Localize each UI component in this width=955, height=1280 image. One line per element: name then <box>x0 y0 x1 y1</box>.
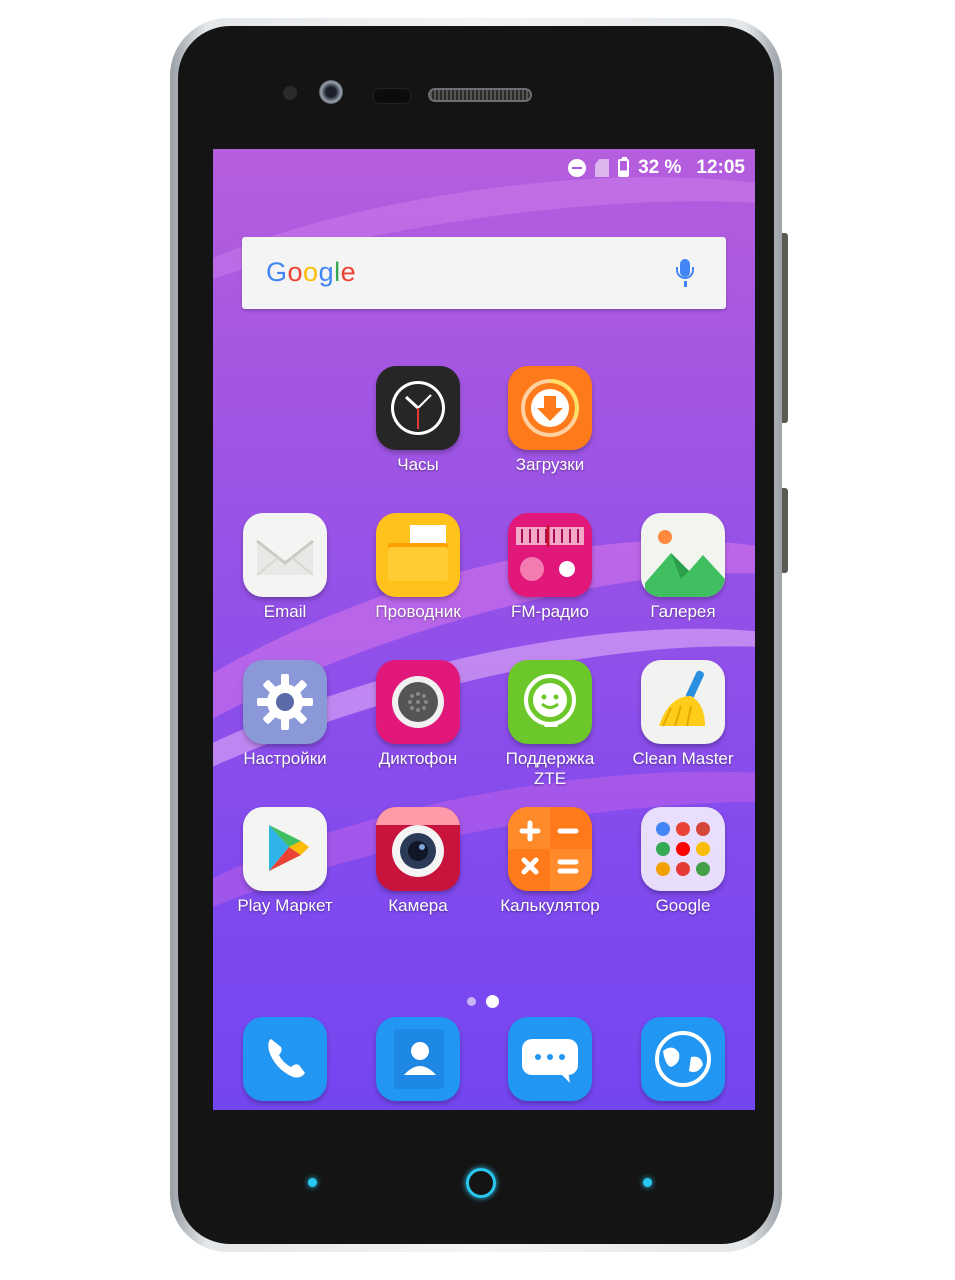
google-search-bar[interactable]: Google <box>242 237 726 309</box>
play-store-icon <box>243 807 327 891</box>
clock-icon <box>376 366 460 450</box>
no-sim-icon <box>595 159 610 177</box>
page-dot-active[interactable] <box>486 995 499 1008</box>
page-indicator <box>467 995 499 1008</box>
phone-frame: 32 % 12:05 Google Часы Загрузки Email Пр… <box>170 18 788 1252</box>
app-calculator[interactable]: Калькулятор <box>490 807 610 916</box>
page-dot[interactable] <box>467 997 476 1006</box>
app-email[interactable]: Email <box>225 513 345 622</box>
google-logo: Google <box>266 257 357 287</box>
app-label: Play Маркет <box>237 896 333 915</box>
radio-icon <box>508 513 592 597</box>
app-label: Загрузки <box>515 455 585 474</box>
browser-icon <box>641 1017 725 1101</box>
home-screen: 32 % 12:05 Google Часы Загрузки Email Пр… <box>213 149 755 1110</box>
download-icon <box>508 366 592 450</box>
calculator-icon <box>508 807 592 891</box>
app-file-manager[interactable]: Проводник <box>358 513 478 622</box>
app-label: Камера <box>388 896 448 915</box>
microphone-stand <box>676 267 694 279</box>
proximity-sensor <box>283 86 297 100</box>
google-folder-icon <box>641 807 725 891</box>
camera-icon <box>376 807 460 891</box>
dock-contacts[interactable] <box>358 1017 478 1101</box>
app-google-folder[interactable]: Google <box>623 807 743 916</box>
clock-time: 12:05 <box>696 157 745 178</box>
app-label: Настройки <box>243 749 327 768</box>
app-play-market[interactable]: Play Маркет <box>225 807 345 916</box>
volume-button[interactable] <box>782 233 788 423</box>
app-label: Диктофон <box>378 749 458 768</box>
support-icon <box>508 660 592 744</box>
app-settings[interactable]: Настройки <box>225 660 345 769</box>
do-not-disturb-icon <box>568 159 587 177</box>
power-button[interactable] <box>782 488 788 573</box>
app-camera[interactable]: Камера <box>358 807 478 916</box>
app-label: Галерея <box>650 602 716 621</box>
app-label: Поддержка ZTE <box>505 749 595 788</box>
app-label: Clean Master <box>632 749 734 768</box>
app-clean-master[interactable]: Clean Master <box>623 660 743 769</box>
app-label: Проводник <box>375 602 461 621</box>
app-downloads[interactable]: Загрузки <box>490 366 610 475</box>
light-sensor <box>373 88 411 104</box>
home-button[interactable] <box>466 1168 496 1198</box>
email-icon <box>243 513 327 597</box>
broom-icon <box>641 660 725 744</box>
app-zte-support[interactable]: Поддержка ZTE <box>490 660 610 789</box>
recorder-icon <box>376 660 460 744</box>
gear-icon <box>243 660 327 744</box>
wallpaper-wave <box>213 149 755 472</box>
messages-icon <box>508 1017 592 1101</box>
contacts-icon <box>376 1017 460 1101</box>
back-button[interactable] <box>308 1178 317 1187</box>
dock-browser[interactable] <box>623 1017 743 1101</box>
app-label: Email <box>263 602 307 621</box>
gallery-icon <box>641 513 725 597</box>
app-label: Калькулятор <box>500 896 600 915</box>
folder-icon <box>376 513 460 597</box>
phone-bezel: 32 % 12:05 Google Часы Загрузки Email Пр… <box>178 26 774 1244</box>
front-camera <box>319 80 343 104</box>
app-clock[interactable]: Часы <box>358 366 478 475</box>
app-voice-recorder[interactable]: Диктофон <box>358 660 478 769</box>
app-label: Google <box>655 896 711 915</box>
app-gallery[interactable]: Галерея <box>623 513 743 622</box>
status-bar: 32 % 12:05 <box>568 157 745 179</box>
app-label: Часы <box>397 455 439 474</box>
app-label: FM-радио <box>511 602 589 621</box>
battery-percent: 32 % <box>638 157 682 178</box>
dock-phone[interactable] <box>225 1017 345 1101</box>
dock-messages[interactable] <box>490 1017 610 1101</box>
phone-icon <box>243 1017 327 1101</box>
earpiece-speaker <box>428 88 532 102</box>
app-fm-radio[interactable]: FM-радио <box>490 513 610 622</box>
battery-icon <box>618 157 630 177</box>
recents-button[interactable] <box>643 1178 652 1187</box>
